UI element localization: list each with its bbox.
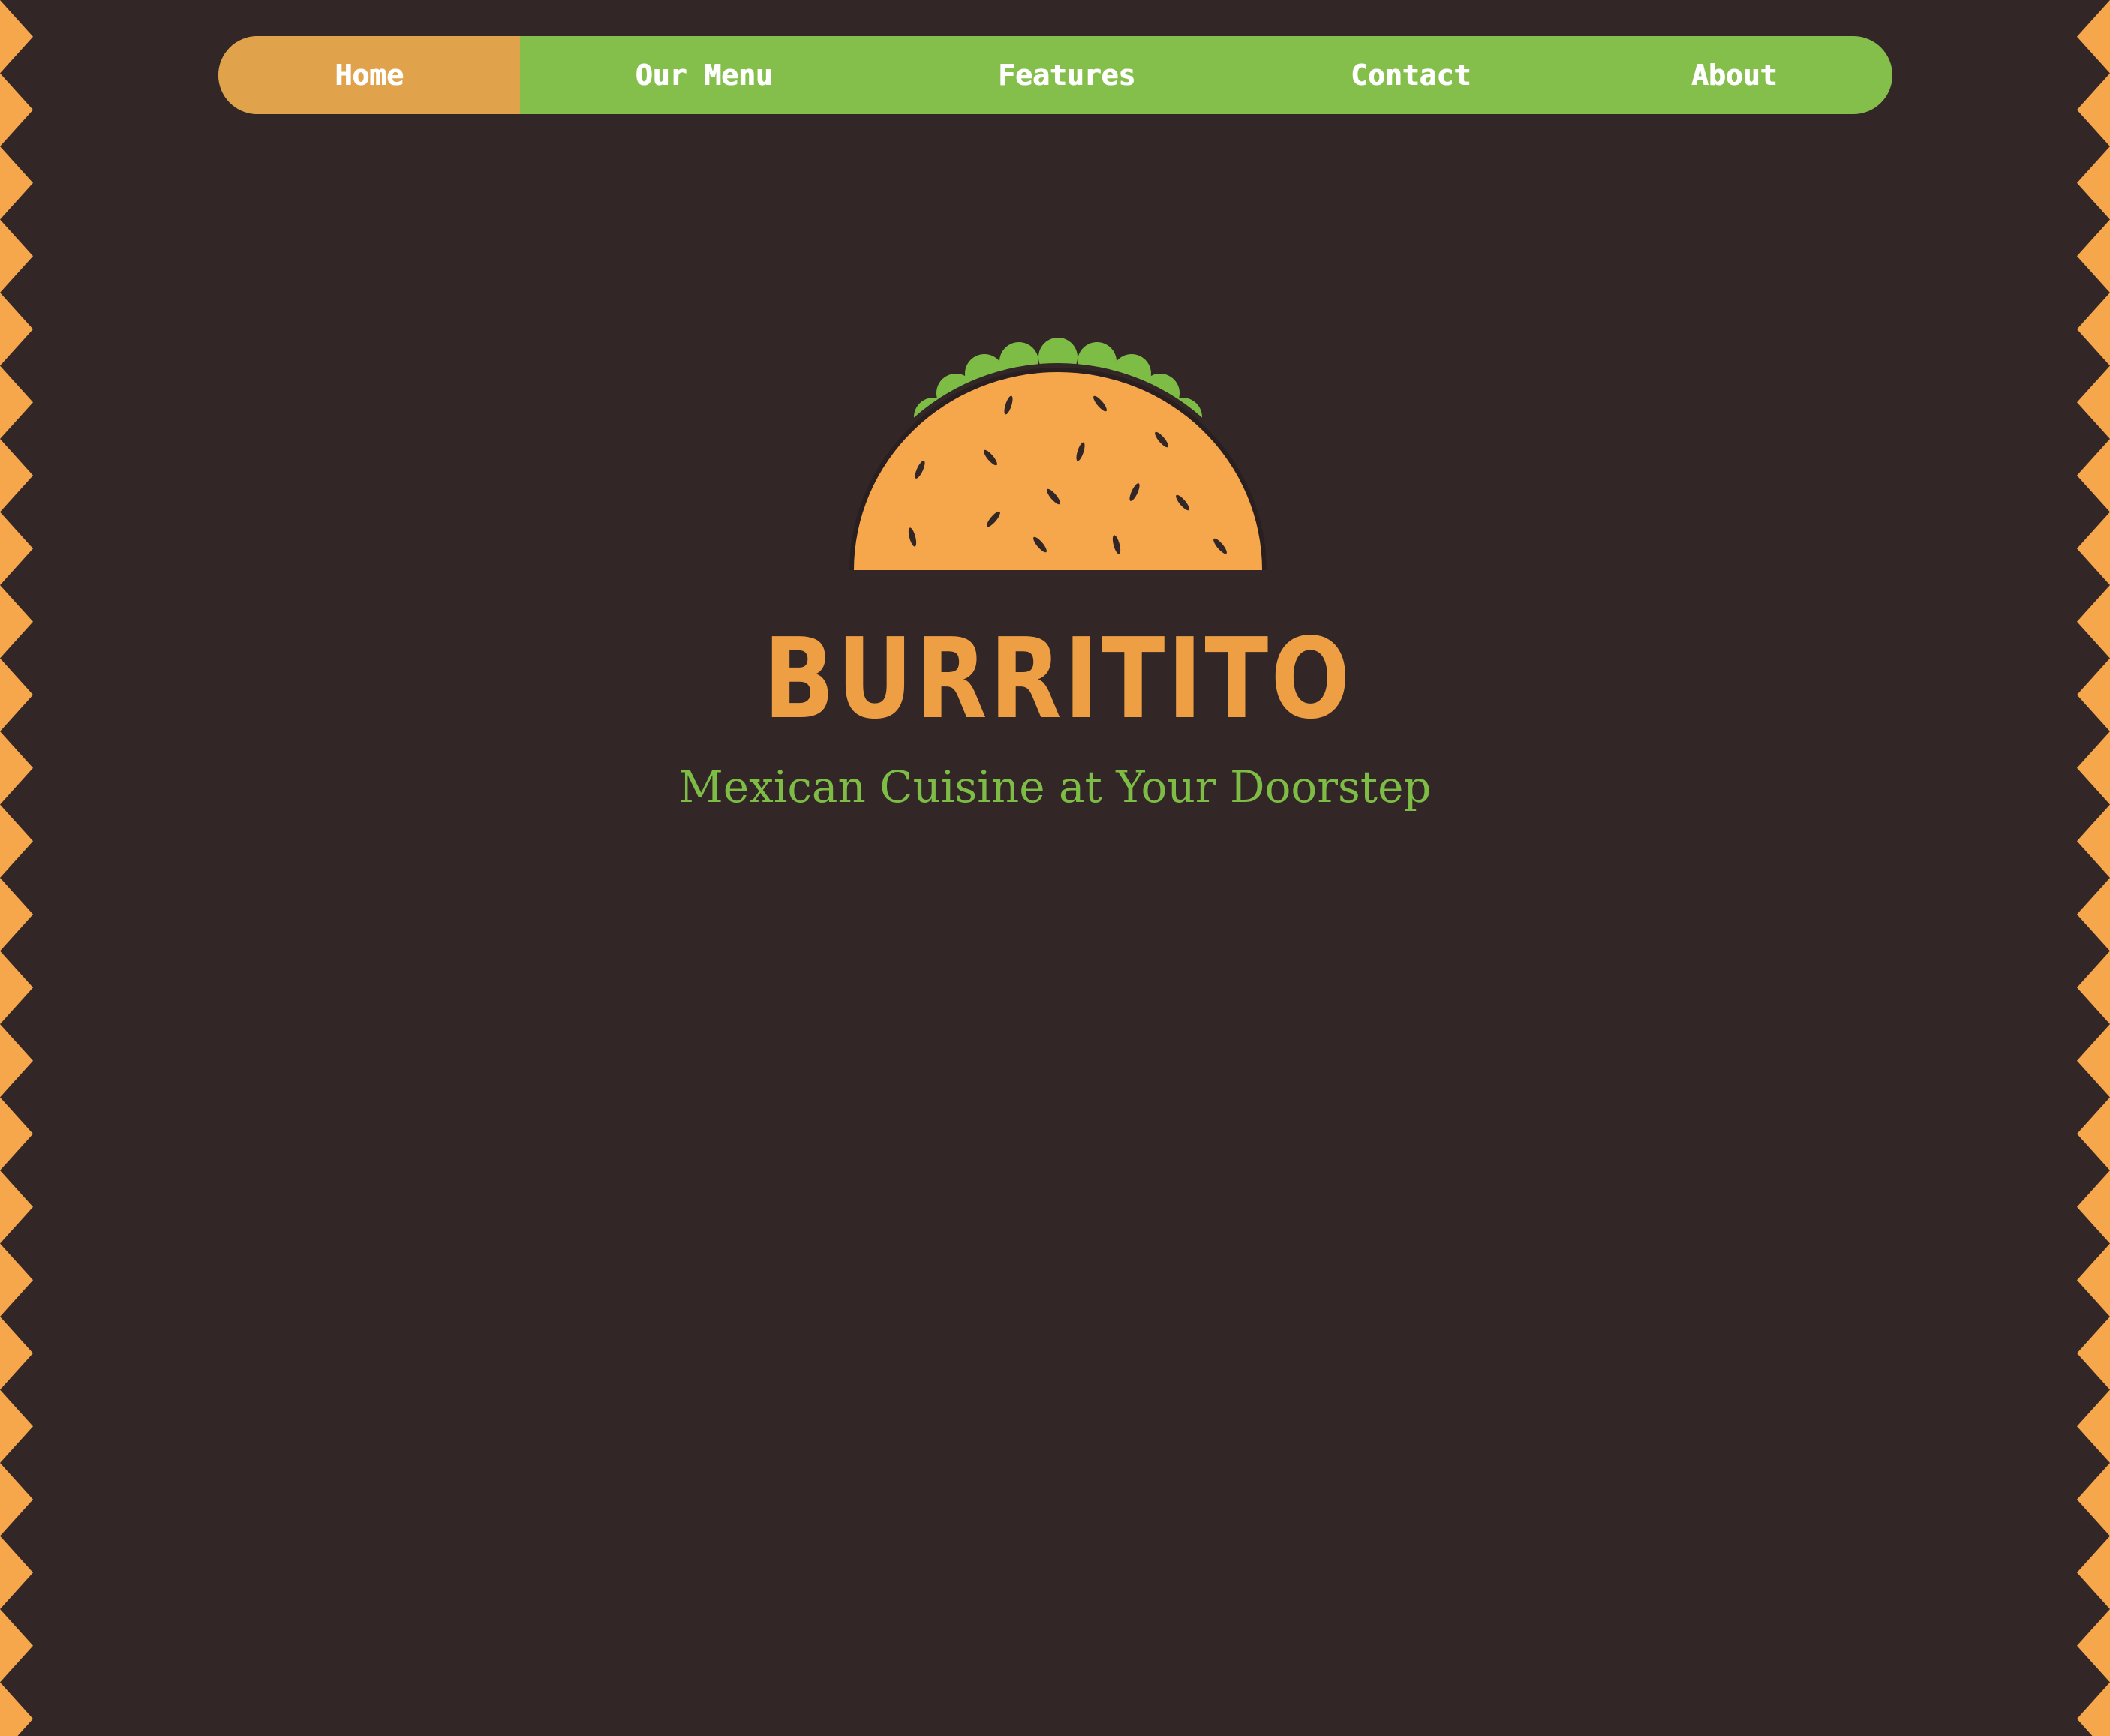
main-navigation: Home Our Menu Features Contact About: [218, 36, 1892, 114]
tagline: Mexican Cuisine at Your Doorstep: [678, 761, 1432, 812]
zigzag-border-left: [0, 0, 35, 1736]
brand-title: BURRITITO: [763, 614, 1353, 743]
taco-icon: [845, 338, 1271, 570]
nav-item-home[interactable]: Home: [218, 36, 520, 114]
nav-item-features[interactable]: Features: [888, 36, 1246, 114]
zigzag-border-right: [2075, 0, 2110, 1736]
nav-item-contact[interactable]: Contact: [1246, 36, 1576, 114]
nav-item-about[interactable]: About: [1576, 36, 1892, 114]
nav-item-our-menu[interactable]: Our Menu: [520, 36, 888, 114]
